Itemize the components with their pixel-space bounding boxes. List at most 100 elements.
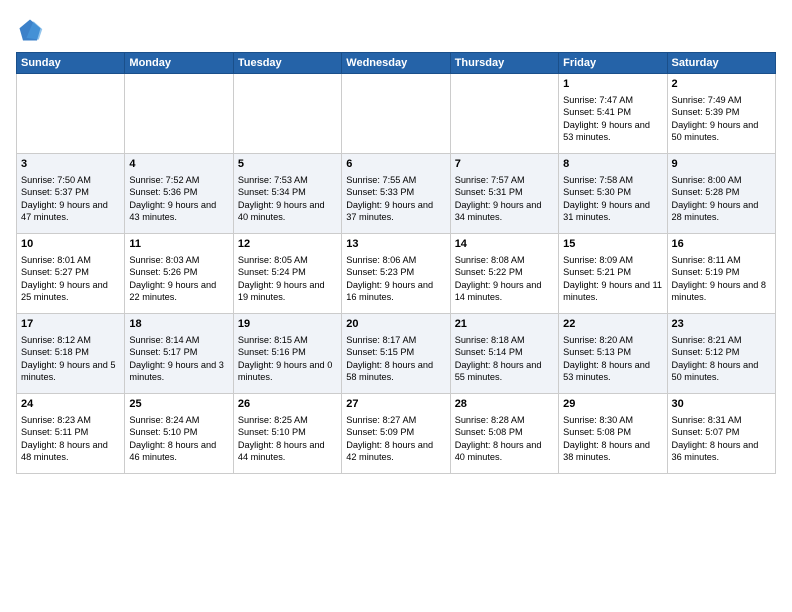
day-number: 20	[346, 317, 445, 332]
day-info: Sunrise: 8:24 AM Sunset: 5:10 PM Dayligh…	[129, 415, 216, 462]
day-number: 13	[346, 237, 445, 252]
day-number: 27	[346, 397, 445, 412]
day-info: Sunrise: 7:57 AM Sunset: 5:31 PM Dayligh…	[455, 175, 542, 222]
day-info: Sunrise: 8:09 AM Sunset: 5:21 PM Dayligh…	[563, 255, 662, 302]
calendar-cell	[125, 74, 233, 154]
day-info: Sunrise: 8:06 AM Sunset: 5:23 PM Dayligh…	[346, 255, 433, 302]
calendar-weekday-saturday: Saturday	[667, 53, 775, 74]
day-number: 18	[129, 317, 228, 332]
calendar-cell: 29 Sunrise: 8:30 AM Sunset: 5:08 PM Dayli…	[559, 394, 667, 474]
calendar-cell: 9 Sunrise: 8:00 AM Sunset: 5:28 PM Daylig…	[667, 154, 775, 234]
day-number: 5	[238, 157, 337, 172]
day-number: 29	[563, 397, 662, 412]
calendar-cell: 5Sunrise: 7:53 AM Sunset: 5:34 PM Daylig…	[233, 154, 341, 234]
day-info: Sunrise: 8:05 AM Sunset: 5:24 PM Dayligh…	[238, 255, 325, 302]
day-info: Sunrise: 8:30 AM Sunset: 5:08 PM Dayligh…	[563, 415, 650, 462]
day-info: Sunrise: 8:20 AM Sunset: 5:13 PM Dayligh…	[563, 335, 650, 382]
calendar-cell: 13 Sunrise: 8:06 AM Sunset: 5:23 PM Dayli…	[342, 234, 450, 314]
calendar-weekday-wednesday: Wednesday	[342, 53, 450, 74]
calendar-cell: 6 Sunrise: 7:55 AM Sunset: 5:33 PM Daylig…	[342, 154, 450, 234]
calendar-week-5: 24 Sunrise: 8:23 AM Sunset: 5:11 PM Dayli…	[17, 394, 776, 474]
day-number: 2	[672, 77, 771, 92]
day-info: Sunrise: 7:55 AM Sunset: 5:33 PM Dayligh…	[346, 175, 433, 222]
day-number: 16	[672, 237, 771, 252]
day-info: Sunrise: 7:47 AM Sunset: 5:41 PM Dayligh…	[563, 95, 650, 142]
calendar-weekday-thursday: Thursday	[450, 53, 558, 74]
day-number: 30	[672, 397, 771, 412]
calendar-cell: 18 Sunrise: 8:14 AM Sunset: 5:17 PM Dayli…	[125, 314, 233, 394]
day-number: 6	[346, 157, 445, 172]
logo-icon	[16, 16, 44, 44]
day-number: 19	[238, 317, 337, 332]
calendar-week-2: 3 Sunrise: 7:50 AM Sunset: 5:37 PM Daylig…	[17, 154, 776, 234]
day-number: 8	[563, 157, 662, 172]
calendar-weekday-tuesday: Tuesday	[233, 53, 341, 74]
calendar-cell: 22Sunrise: 8:20 AM Sunset: 5:13 PM Dayli…	[559, 314, 667, 394]
calendar-cell	[450, 74, 558, 154]
day-number: 7	[455, 157, 554, 172]
day-info: Sunrise: 8:15 AM Sunset: 5:16 PM Dayligh…	[238, 335, 333, 382]
day-number: 15	[563, 237, 662, 252]
calendar-cell: 16 Sunrise: 8:11 AM Sunset: 5:19 PM Dayli…	[667, 234, 775, 314]
day-info: Sunrise: 7:52 AM Sunset: 5:36 PM Dayligh…	[129, 175, 216, 222]
day-info: Sunrise: 8:01 AM Sunset: 5:27 PM Dayligh…	[21, 255, 108, 302]
day-info: Sunrise: 8:31 AM Sunset: 5:07 PM Dayligh…	[672, 415, 759, 462]
calendar-cell: 23Sunrise: 8:21 AM Sunset: 5:12 PM Dayli…	[667, 314, 775, 394]
calendar-cell: 4Sunrise: 7:52 AM Sunset: 5:36 PM Daylig…	[125, 154, 233, 234]
day-number: 3	[21, 157, 120, 172]
day-info: Sunrise: 8:14 AM Sunset: 5:17 PM Dayligh…	[129, 335, 224, 382]
day-info: Sunrise: 7:58 AM Sunset: 5:30 PM Dayligh…	[563, 175, 650, 222]
calendar-cell: 2 Sunrise: 7:49 AM Sunset: 5:39 PM Daylig…	[667, 74, 775, 154]
calendar-cell	[17, 74, 125, 154]
calendar-weekday-friday: Friday	[559, 53, 667, 74]
calendar-cell: 8 Sunrise: 7:58 AM Sunset: 5:30 PM Daylig…	[559, 154, 667, 234]
day-number: 11	[129, 237, 228, 252]
day-info: Sunrise: 8:12 AM Sunset: 5:18 PM Dayligh…	[21, 335, 116, 382]
day-info: Sunrise: 8:00 AM Sunset: 5:28 PM Dayligh…	[672, 175, 759, 222]
day-number: 24	[21, 397, 120, 412]
calendar-weekday-sunday: Sunday	[17, 53, 125, 74]
calendar-week-1: 1 Sunrise: 7:47 AM Sunset: 5:41 PM Daylig…	[17, 74, 776, 154]
calendar-cell: 1 Sunrise: 7:47 AM Sunset: 5:41 PM Daylig…	[559, 74, 667, 154]
calendar-cell: 12Sunrise: 8:05 AM Sunset: 5:24 PM Dayli…	[233, 234, 341, 314]
day-number: 28	[455, 397, 554, 412]
day-info: Sunrise: 8:27 AM Sunset: 5:09 PM Dayligh…	[346, 415, 433, 462]
calendar-weekday-monday: Monday	[125, 53, 233, 74]
calendar-cell: 17 Sunrise: 8:12 AM Sunset: 5:18 PM Dayli…	[17, 314, 125, 394]
calendar-cell: 21Sunrise: 8:18 AM Sunset: 5:14 PM Dayli…	[450, 314, 558, 394]
day-info: Sunrise: 7:49 AM Sunset: 5:39 PM Dayligh…	[672, 95, 759, 142]
calendar-week-3: 10Sunrise: 8:01 AM Sunset: 5:27 PM Dayli…	[17, 234, 776, 314]
day-info: Sunrise: 8:23 AM Sunset: 5:11 PM Dayligh…	[21, 415, 108, 462]
calendar-cell: 15 Sunrise: 8:09 AM Sunset: 5:21 PM Dayli…	[559, 234, 667, 314]
calendar-cell: 20 Sunrise: 8:17 AM Sunset: 5:15 PM Dayli…	[342, 314, 450, 394]
day-info: Sunrise: 8:17 AM Sunset: 5:15 PM Dayligh…	[346, 335, 433, 382]
day-number: 26	[238, 397, 337, 412]
calendar-cell: 10Sunrise: 8:01 AM Sunset: 5:27 PM Dayli…	[17, 234, 125, 314]
day-info: Sunrise: 8:03 AM Sunset: 5:26 PM Dayligh…	[129, 255, 216, 302]
day-info: Sunrise: 7:50 AM Sunset: 5:37 PM Dayligh…	[21, 175, 108, 222]
calendar-cell: 14Sunrise: 8:08 AM Sunset: 5:22 PM Dayli…	[450, 234, 558, 314]
day-number: 14	[455, 237, 554, 252]
calendar-table: SundayMondayTuesdayWednesdayThursdayFrid…	[16, 52, 776, 474]
day-number: 23	[672, 317, 771, 332]
header	[16, 16, 776, 44]
calendar-cell: 7 Sunrise: 7:57 AM Sunset: 5:31 PM Daylig…	[450, 154, 558, 234]
day-info: Sunrise: 8:25 AM Sunset: 5:10 PM Dayligh…	[238, 415, 325, 462]
day-number: 1	[563, 77, 662, 92]
calendar-cell	[342, 74, 450, 154]
calendar-cell: 28Sunrise: 8:28 AM Sunset: 5:08 PM Dayli…	[450, 394, 558, 474]
day-number: 25	[129, 397, 228, 412]
day-info: Sunrise: 8:18 AM Sunset: 5:14 PM Dayligh…	[455, 335, 542, 382]
page: SundayMondayTuesdayWednesdayThursdayFrid…	[0, 0, 792, 612]
calendar-cell: 30 Sunrise: 8:31 AM Sunset: 5:07 PM Dayli…	[667, 394, 775, 474]
calendar-cell: 19 Sunrise: 8:15 AM Sunset: 5:16 PM Dayli…	[233, 314, 341, 394]
day-info: Sunrise: 8:11 AM Sunset: 5:19 PM Dayligh…	[672, 255, 767, 302]
calendar-header-row: SundayMondayTuesdayWednesdayThursdayFrid…	[17, 53, 776, 74]
calendar-cell: 3 Sunrise: 7:50 AM Sunset: 5:37 PM Daylig…	[17, 154, 125, 234]
day-number: 9	[672, 157, 771, 172]
calendar-cell	[233, 74, 341, 154]
calendar-cell: 25 Sunrise: 8:24 AM Sunset: 5:10 PM Dayli…	[125, 394, 233, 474]
logo	[16, 16, 48, 44]
calendar-cell: 26 Sunrise: 8:25 AM Sunset: 5:10 PM Dayli…	[233, 394, 341, 474]
day-number: 17	[21, 317, 120, 332]
